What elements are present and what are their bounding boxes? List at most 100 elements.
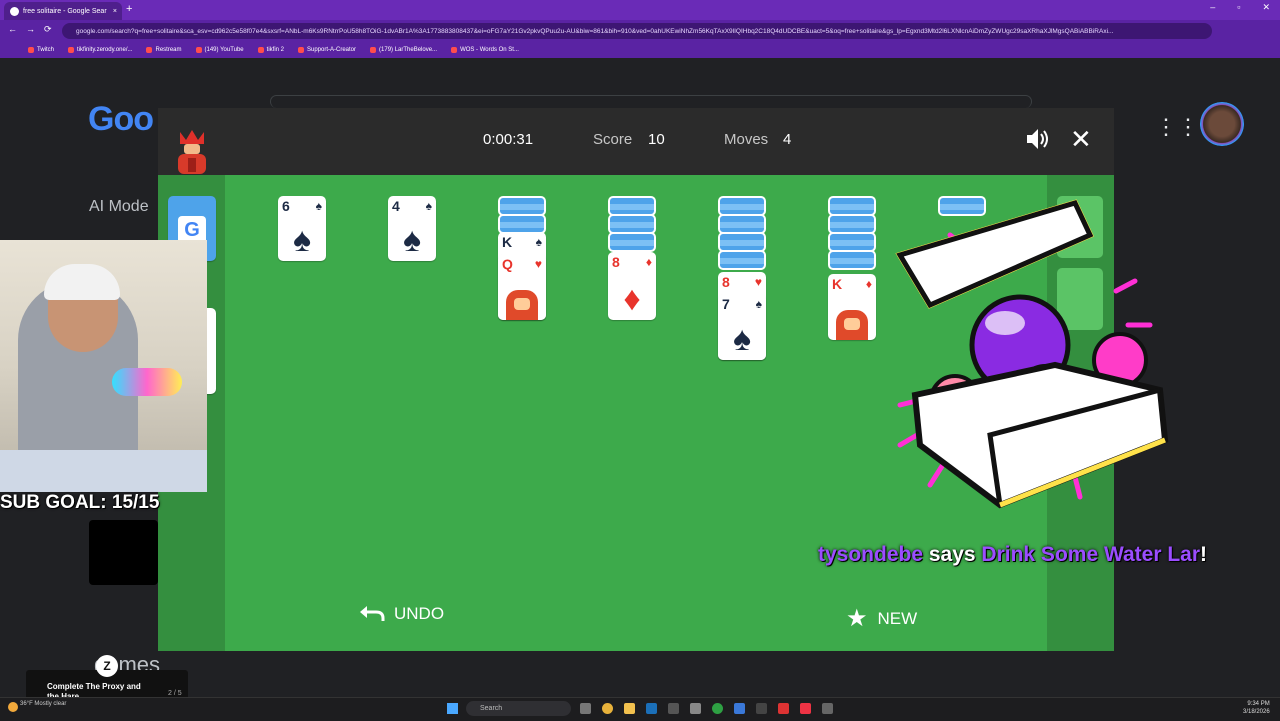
undo-button[interactable]: UNDO	[358, 604, 444, 624]
face-down-card	[718, 196, 766, 216]
card-six-spades[interactable]: 6 ♠ ♠	[278, 196, 326, 261]
system-clock[interactable]: 9:34 PM 3/18/2026	[1243, 700, 1270, 716]
bookmark-item[interactable]: tikfin 2	[257, 47, 284, 53]
close-game-icon[interactable]: ✕	[1070, 126, 1092, 152]
spade-icon: ♠	[402, 221, 422, 259]
url-field[interactable]: google.com/search?q=free+solitaire&sca_e…	[62, 23, 1212, 39]
face-down-card	[608, 196, 656, 216]
window-controls: – ▫ ✕	[1210, 2, 1270, 13]
forward-button[interactable]: →	[26, 24, 35, 34]
moves-value: 4	[783, 131, 792, 148]
spade-icon: ♠	[425, 199, 432, 213]
face-down-card	[718, 232, 766, 252]
weather-icon	[8, 702, 18, 712]
bookmark-icon	[257, 47, 264, 53]
app-icon[interactable]	[690, 703, 701, 714]
card-four-spades[interactable]: 4 ♠ ♠	[388, 196, 436, 261]
app-icon[interactable]	[822, 703, 833, 714]
desk	[0, 450, 207, 492]
bookmark-label: WOS - Words On St...	[460, 47, 519, 53]
bookmark-item[interactable]: WOS - Words On St...	[451, 47, 519, 53]
new-tab-button[interactable]: +	[126, 3, 132, 15]
bookmark-item[interactable]: (149) YouTube	[195, 47, 244, 53]
new-game-button[interactable]: ★ NEW	[846, 604, 917, 633]
bookmark-icon	[195, 47, 202, 53]
spade-icon: ♠	[535, 235, 542, 249]
app-icon[interactable]	[668, 703, 679, 714]
clock-date: 3/18/2026	[1243, 709, 1270, 715]
google-logo[interactable]: Goo	[88, 100, 154, 139]
new-label: NEW	[877, 608, 918, 628]
card-eight-diamonds[interactable]: 8 ♦ ♦	[608, 252, 656, 320]
bookmark-item[interactable]: Support-A-Creator	[298, 47, 356, 53]
achievement-count: 2 / 5	[168, 690, 182, 697]
tab-close-icon[interactable]: ×	[113, 8, 117, 15]
queen-face-icon	[506, 290, 538, 320]
maximize-button[interactable]: ▫	[1237, 2, 1240, 13]
app-icon[interactable]	[778, 703, 789, 714]
bookmark-icon	[68, 47, 75, 53]
bookmark-icon	[28, 47, 34, 53]
face-down-card	[608, 232, 656, 252]
taskbar	[0, 697, 1280, 721]
bookmark-label: tikfin 2	[266, 47, 284, 53]
minimize-button[interactable]: –	[1210, 2, 1215, 13]
card-rank: 8	[612, 254, 620, 270]
bookmark-item[interactable]: Restream	[146, 47, 182, 53]
task-view-icon[interactable]	[580, 703, 591, 714]
achievement-badge-icon: Z	[96, 655, 118, 677]
diamond-icon: ♦	[623, 280, 641, 318]
card-rank: 4	[392, 198, 400, 214]
bookmark-item[interactable]: Twitch	[28, 47, 54, 53]
app-icon[interactable]	[712, 703, 723, 714]
card-rank: Q	[502, 256, 513, 272]
card-seven-spades[interactable]: 7 ♠ ♠	[718, 294, 766, 360]
chrome-icon[interactable]	[602, 703, 613, 714]
grid-icon[interactable]: ⋮⋮	[1155, 114, 1199, 140]
card-rank: 8	[722, 274, 730, 290]
card-queen-hearts[interactable]: Q ♥	[498, 254, 546, 320]
bookmark-label: Restream	[155, 47, 182, 53]
tiktok-icon[interactable]	[800, 703, 811, 714]
face-down-card	[718, 214, 766, 234]
spade-icon: ♠	[292, 221, 312, 259]
bookmark-icon	[298, 47, 304, 53]
bookmarks-bar: Twitch tikfinity.zerody.one/... Restream…	[0, 42, 1280, 58]
face-down-card	[608, 214, 656, 234]
file-explorer-icon[interactable]	[624, 703, 635, 714]
google-favicon-icon	[10, 6, 19, 16]
undo-label: UNDO	[394, 604, 445, 623]
webcam-feed	[0, 240, 207, 492]
chat-username: tysondebe	[818, 543, 924, 566]
browser-tab[interactable]: free solitaire - Google Sear ×	[4, 2, 122, 20]
app-icon[interactable]	[734, 703, 745, 714]
close-window-button[interactable]: ✕	[1262, 2, 1270, 13]
card-rank: K	[502, 234, 513, 250]
taskbar-search[interactable]: Search	[466, 701, 571, 716]
volume-icon[interactable]	[1024, 126, 1050, 152]
bookmark-item[interactable]: tikfinity.zerody.one/...	[68, 47, 132, 53]
face-down-card	[828, 232, 876, 252]
spade-icon: ♠	[732, 320, 752, 358]
tab-title: free solitaire - Google Sear	[23, 7, 107, 15]
diamond-icon: ♦	[645, 255, 652, 269]
card-king-diamonds[interactable]: K ♦	[828, 274, 876, 340]
chat-message: Drink Some Water Lar	[981, 543, 1201, 566]
undo-icon	[360, 606, 385, 621]
diamond-icon: ♦	[865, 277, 872, 291]
steam-icon[interactable]	[646, 703, 657, 714]
reload-button[interactable]: ⟳	[44, 24, 52, 35]
ai-mode-tab[interactable]: AI Mode	[89, 198, 149, 216]
heart-icon: ♥	[754, 275, 762, 289]
back-button[interactable]: ←	[8, 24, 17, 34]
app-icon[interactable]	[756, 703, 767, 714]
bookmark-label: Support-A-Creator	[307, 47, 357, 53]
bookmark-item[interactable]: (179) LarTheBelove...	[370, 47, 437, 53]
score-label: Score	[593, 131, 633, 148]
star-icon: ★	[846, 605, 868, 632]
avatar[interactable]	[1200, 102, 1244, 146]
weather-widget[interactable]: 36°F Mostly clear	[20, 700, 66, 708]
windows-start-icon[interactable]	[447, 703, 458, 714]
face-down-card	[498, 196, 546, 216]
score-value: 10	[648, 131, 665, 148]
